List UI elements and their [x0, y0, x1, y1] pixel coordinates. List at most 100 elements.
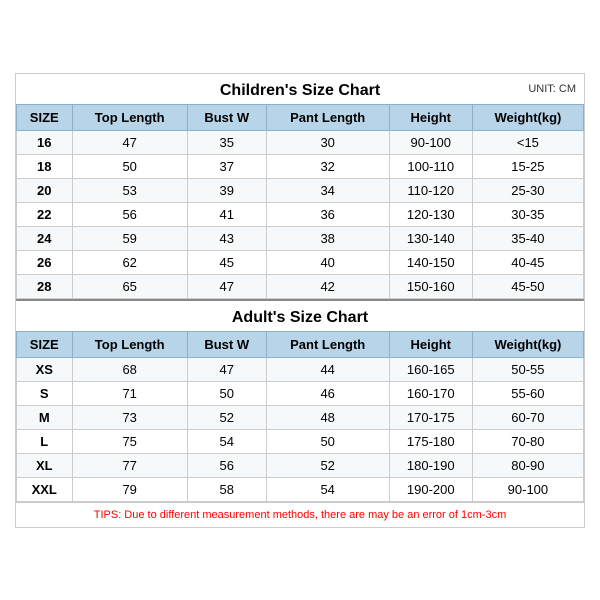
table-cell: 90-100 [389, 130, 472, 154]
col-pant-length: Pant Length [266, 104, 389, 130]
table-cell: 68 [72, 357, 187, 381]
table-cell: 150-160 [389, 274, 472, 298]
table-cell: 42 [266, 274, 389, 298]
table-cell: 160-170 [389, 381, 472, 405]
col-top-length: Top Length [72, 104, 187, 130]
unit-label: UNIT: CM [528, 83, 576, 95]
table-cell: 22 [17, 202, 73, 226]
table-row: L755450175-18070-80 [17, 429, 584, 453]
table-cell: 130-140 [389, 226, 472, 250]
table-cell: 25-30 [472, 178, 583, 202]
table-cell: 54 [187, 429, 266, 453]
table-cell: 45 [187, 250, 266, 274]
col-bust-w: Bust W [187, 104, 266, 130]
adult-col-size: SIZE [17, 331, 73, 357]
table-cell: 160-165 [389, 357, 472, 381]
table-cell: 79 [72, 477, 187, 501]
table-cell: 40 [266, 250, 389, 274]
table-row: 1647353090-100<15 [17, 130, 584, 154]
table-cell: 53 [72, 178, 187, 202]
table-cell: 48 [266, 405, 389, 429]
table-cell: 35 [187, 130, 266, 154]
table-cell: 58 [187, 477, 266, 501]
children-table-body: 1647353090-100<1518503732100-11015-25205… [17, 130, 584, 298]
table-cell: 32 [266, 154, 389, 178]
table-row: 24594338130-14035-40 [17, 226, 584, 250]
table-cell: 44 [266, 357, 389, 381]
table-row: 26624540140-15040-45 [17, 250, 584, 274]
table-cell: 56 [187, 453, 266, 477]
table-cell: 60-70 [472, 405, 583, 429]
table-row: 28654742150-16045-50 [17, 274, 584, 298]
table-cell: 35-40 [472, 226, 583, 250]
col-height: Height [389, 104, 472, 130]
table-cell: 52 [266, 453, 389, 477]
table-cell: 50 [72, 154, 187, 178]
table-cell: 120-130 [389, 202, 472, 226]
col-size: SIZE [17, 104, 73, 130]
table-cell: 65 [72, 274, 187, 298]
children-table: SIZE Top Length Bust W Pant Length Heigh… [16, 104, 584, 299]
col-weight: Weight(kg) [472, 104, 583, 130]
table-cell: 140-150 [389, 250, 472, 274]
adult-col-pant-length: Pant Length [266, 331, 389, 357]
table-cell: 75 [72, 429, 187, 453]
table-cell: 26 [17, 250, 73, 274]
table-cell: 28 [17, 274, 73, 298]
table-row: 18503732100-11015-25 [17, 154, 584, 178]
adult-col-weight: Weight(kg) [472, 331, 583, 357]
table-cell: 50-55 [472, 357, 583, 381]
table-cell: 34 [266, 178, 389, 202]
table-cell: 39 [187, 178, 266, 202]
table-cell: 37 [187, 154, 266, 178]
table-cell: L [17, 429, 73, 453]
table-row: 20533934110-12025-30 [17, 178, 584, 202]
table-cell: 46 [266, 381, 389, 405]
table-cell: 62 [72, 250, 187, 274]
children-title-text: Children's Size Chart [220, 82, 380, 99]
table-cell: 50 [187, 381, 266, 405]
table-cell: 47 [72, 130, 187, 154]
adult-col-height: Height [389, 331, 472, 357]
table-cell: 70-80 [472, 429, 583, 453]
children-header-row: SIZE Top Length Bust W Pant Length Heigh… [17, 104, 584, 130]
table-cell: 24 [17, 226, 73, 250]
table-cell: 73 [72, 405, 187, 429]
table-cell: 100-110 [389, 154, 472, 178]
adult-header-row: SIZE Top Length Bust W Pant Length Heigh… [17, 331, 584, 357]
table-cell: 20 [17, 178, 73, 202]
table-cell: 40-45 [472, 250, 583, 274]
table-row: 22564136120-13030-35 [17, 202, 584, 226]
table-cell: XS [17, 357, 73, 381]
table-cell: 50 [266, 429, 389, 453]
table-cell: S [17, 381, 73, 405]
table-cell: 18 [17, 154, 73, 178]
table-cell: 55-60 [472, 381, 583, 405]
table-cell: 36 [266, 202, 389, 226]
table-cell: 47 [187, 274, 266, 298]
table-cell: <15 [472, 130, 583, 154]
table-cell: 59 [72, 226, 187, 250]
table-cell: 80-90 [472, 453, 583, 477]
table-cell: 43 [187, 226, 266, 250]
adult-col-bust-w: Bust W [187, 331, 266, 357]
table-row: XL775652180-19080-90 [17, 453, 584, 477]
adult-col-top-length: Top Length [72, 331, 187, 357]
table-cell: 90-100 [472, 477, 583, 501]
table-cell: 30-35 [472, 202, 583, 226]
table-cell: 47 [187, 357, 266, 381]
table-cell: 15-25 [472, 154, 583, 178]
table-row: S715046160-17055-60 [17, 381, 584, 405]
table-row: M735248170-17560-70 [17, 405, 584, 429]
table-cell: 54 [266, 477, 389, 501]
adult-title-text: Adult's Size Chart [232, 309, 368, 326]
table-cell: 180-190 [389, 453, 472, 477]
table-row: XS684744160-16550-55 [17, 357, 584, 381]
table-cell: XXL [17, 477, 73, 501]
table-cell: 30 [266, 130, 389, 154]
children-section-title: Children's Size Chart UNIT: CM [16, 74, 584, 104]
table-cell: 190-200 [389, 477, 472, 501]
table-row: XXL795854190-20090-100 [17, 477, 584, 501]
table-cell: 56 [72, 202, 187, 226]
size-chart-container: Children's Size Chart UNIT: CM SIZE Top … [15, 73, 585, 528]
